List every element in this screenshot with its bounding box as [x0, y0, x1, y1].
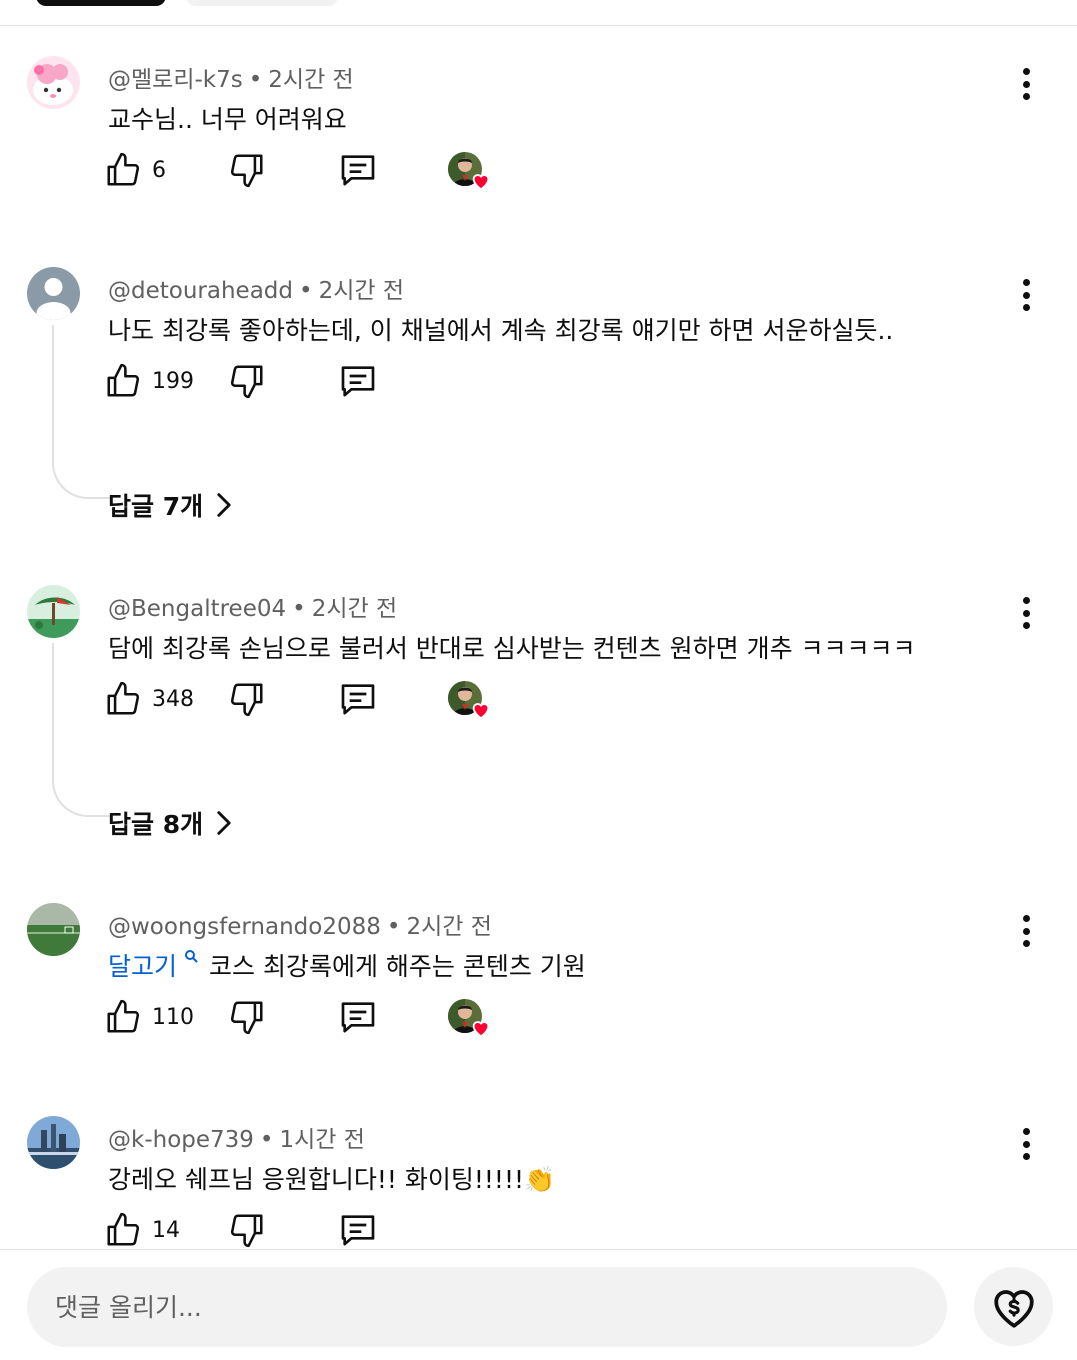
creator-heart	[448, 679, 490, 723]
replies-label: 답글 8개	[108, 810, 204, 839]
comment-meta: @Bengaltree04 • 2시간 전	[108, 596, 398, 622]
comment-actions: 348	[104, 677, 524, 727]
heart-icon	[472, 703, 490, 720]
more-vert-icon[interactable]	[1012, 911, 1040, 951]
search-link[interactable]: 달고기	[108, 952, 177, 981]
super-thanks-icon	[993, 1289, 1034, 1328]
reply-icon	[341, 155, 375, 186]
comment-input[interactable]	[27, 1267, 947, 1347]
comment-time: 2시간 전	[318, 278, 405, 304]
comment-author[interactable]: @멜로리-k7s	[108, 67, 243, 93]
search-icon	[185, 950, 198, 963]
thread-connector	[52, 325, 112, 499]
comment-meta: @detouraheadd • 2시간 전	[108, 278, 405, 304]
comment-author[interactable]: @detouraheadd	[108, 278, 293, 304]
reply-button[interactable]	[338, 995, 378, 1039]
reply-button[interactable]	[338, 1208, 378, 1249]
more-vert-icon[interactable]	[1012, 64, 1040, 104]
comment-time: 2시간 전	[268, 67, 354, 93]
dislike-button[interactable]	[228, 677, 266, 721]
filter-chips-bar	[0, 0, 1077, 26]
comment-meta: @멜로리-k7s • 2시간 전	[108, 67, 354, 93]
more-vert-icon[interactable]	[1012, 275, 1040, 315]
heart-icon	[472, 174, 490, 191]
heart-icon	[472, 1021, 490, 1038]
thumbs-down-icon	[230, 154, 263, 188]
chevron-right-icon	[217, 493, 231, 517]
avatar[interactable]	[27, 903, 80, 956]
dislike-button[interactable]	[228, 359, 266, 403]
chevron-right-icon	[217, 811, 231, 835]
view-replies-button[interactable]: 답글 7개	[108, 487, 233, 523]
like-count: 348	[152, 686, 194, 712]
like-count: 199	[152, 368, 194, 394]
thumbs-down-icon	[230, 1214, 263, 1248]
like-count: 110	[152, 1004, 194, 1030]
comment-author[interactable]: @k-hope739	[108, 1127, 254, 1153]
like-count: 14	[152, 1217, 180, 1243]
thumbs-up-icon	[107, 152, 140, 186]
comment-author[interactable]: @Bengaltree04	[108, 596, 286, 622]
reply-icon	[341, 366, 375, 397]
comment-text: 담에 최강록 손님으로 불러서 반대로 심사받는 컨텐츠 원하면 개추 ㅋㅋㅋㅋ…	[108, 634, 916, 663]
thumbs-up-icon	[107, 1212, 140, 1246]
thread-connector	[52, 643, 112, 817]
like-button[interactable]: 14	[104, 1208, 180, 1249]
creator-heart	[448, 997, 490, 1041]
reply-button[interactable]	[338, 359, 378, 403]
like-button[interactable]: 6	[104, 148, 166, 192]
avatar[interactable]	[27, 267, 80, 320]
dislike-button[interactable]	[228, 148, 266, 192]
reply-icon	[341, 1215, 375, 1246]
thumbs-down-icon	[230, 365, 263, 399]
comment-actions: 110	[104, 995, 524, 1045]
reply-icon	[341, 1002, 375, 1033]
comment-text: 달고기 코스 최강록에게 해주는 콘텐츠 기원	[108, 947, 586, 983]
like-button[interactable]: 110	[104, 995, 194, 1039]
avatar[interactable]	[27, 1116, 80, 1169]
dislike-button[interactable]	[228, 1208, 266, 1249]
comment-meta: @woongsfernando2088 • 2시간 전	[108, 914, 492, 940]
comment-text: 나도 최강록 좋아하는데, 이 채널에서 계속 최강록 얘기만 하면 서운하실듯…	[108, 316, 894, 345]
view-replies-button[interactable]: 답글 8개	[108, 805, 233, 841]
comment-list[interactable]: @멜로리-k7s • 2시간 전 교수님.. 너무 어려워요 6 @detour…	[0, 26, 1077, 1249]
comment-time: 2시간 전	[311, 596, 398, 622]
thumbs-down-icon	[230, 1001, 263, 1035]
comment-actions: 6	[104, 148, 524, 198]
more-vert-icon[interactable]	[1012, 1124, 1040, 1164]
comment-author[interactable]: @woongsfernando2088	[108, 914, 381, 940]
thumbs-up-icon	[107, 999, 140, 1033]
creator-heart	[448, 150, 490, 194]
reply-button[interactable]	[338, 677, 378, 721]
like-button[interactable]: 348	[104, 677, 194, 721]
reply-button[interactable]	[338, 148, 378, 192]
reply-icon	[341, 684, 375, 715]
comment-composer	[0, 1249, 1077, 1360]
comment-text-body: 코스 최강록에게 해주는 콘텐츠 기원	[209, 952, 586, 981]
filter-chip-newest[interactable]	[186, 0, 338, 6]
more-vert-icon[interactable]	[1012, 593, 1040, 633]
comment-actions: 14	[104, 1208, 524, 1249]
avatar[interactable]	[27, 585, 80, 638]
comment-time: 1시간 전	[279, 1127, 365, 1153]
filter-chip-top[interactable]	[36, 0, 166, 6]
thumbs-down-icon	[230, 683, 263, 717]
like-button[interactable]: 199	[104, 359, 194, 403]
comment-time: 2시간 전	[406, 914, 492, 940]
dislike-button[interactable]	[228, 995, 266, 1039]
comment-meta: @k-hope739 • 1시간 전	[108, 1127, 365, 1153]
like-count: 6	[152, 157, 166, 183]
super-thanks-button[interactable]	[974, 1267, 1053, 1346]
comment-text: 강레오 쉐프님 응원합니다!! 화이팅!!!!!👏	[108, 1165, 556, 1194]
comment-text: 교수님.. 너무 어려워요	[108, 105, 347, 134]
comment-actions: 199	[104, 359, 524, 409]
replies-label: 답글 7개	[108, 492, 204, 521]
avatar[interactable]	[27, 56, 80, 109]
